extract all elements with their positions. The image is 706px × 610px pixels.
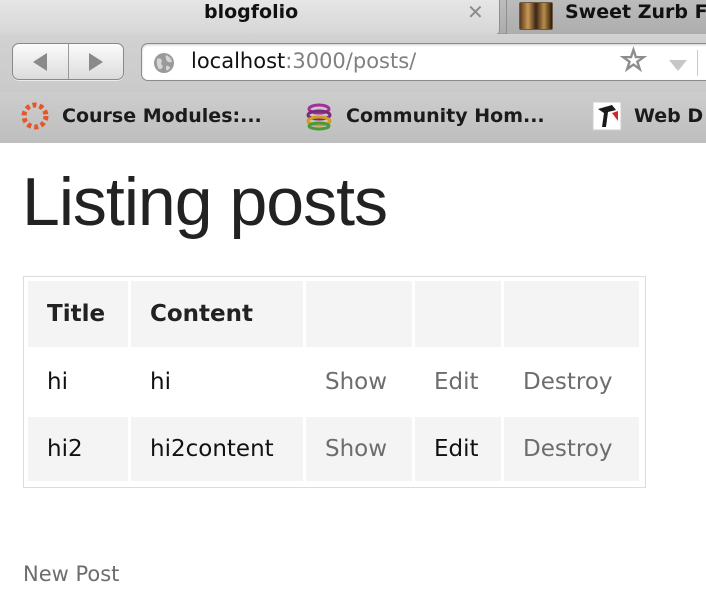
posts-table-container: Title Content hi hi Show Edit Destroy hi… <box>23 276 646 488</box>
bookmark-label: Community Hom... <box>346 105 545 127</box>
show-link[interactable]: Show <box>306 350 412 414</box>
destroy-link[interactable]: Destroy <box>504 417 639 481</box>
post-content-cell: hi <box>150 369 171 395</box>
posts-table: Title Content hi hi Show Edit Destroy hi… <box>25 278 642 484</box>
browser-chrome: blogfolio ✕ Sweet Zurb F localhost:3000/… <box>0 0 706 143</box>
destroy-link[interactable]: Destroy <box>504 350 639 414</box>
page-title: Listing posts <box>22 164 388 240</box>
post-content-cell: hi2content <box>131 417 303 481</box>
bookmark-label: Course Modules:... <box>62 105 262 127</box>
url-history-dropdown-icon[interactable] <box>669 60 687 71</box>
new-post-link[interactable]: New Post <box>23 562 119 586</box>
bookmark-web-dev[interactable]: Web D <box>592 101 703 131</box>
bookmark-label: Web D <box>634 105 704 127</box>
column-header-empty <box>306 281 412 347</box>
tab-sweet-zurb[interactable]: Sweet Zurb F <box>506 0 706 34</box>
edit-link[interactable]: Edit <box>415 350 501 414</box>
forward-button[interactable] <box>67 44 124 79</box>
page-content: Listing posts Title Content hi hi Show E… <box>0 144 706 610</box>
post-title-cell: hi2 <box>28 417 128 481</box>
column-header-empty <box>415 281 501 347</box>
course-modules-icon <box>21 102 49 130</box>
column-header-empty <box>504 281 639 347</box>
bookmark-star-icon[interactable]: ☆ <box>619 45 647 77</box>
tab-title: blogfolio <box>204 1 299 23</box>
url-divider <box>697 50 698 76</box>
column-header-title: Title <box>28 281 128 347</box>
address-bar[interactable]: localhost:3000/posts/ ☆ M <box>141 43 706 81</box>
favicon-icon <box>519 2 553 30</box>
url-path: :3000/posts/ <box>285 49 417 73</box>
globe-icon <box>154 53 174 73</box>
back-button[interactable] <box>13 44 68 79</box>
tab-strip: blogfolio ✕ Sweet Zurb F <box>0 0 706 34</box>
web-dev-icon <box>592 101 622 131</box>
show-link[interactable]: Show <box>306 417 412 481</box>
close-icon[interactable]: ✕ <box>467 0 484 24</box>
back-arrow-icon <box>33 52 48 71</box>
navigation-bar: localhost:3000/posts/ ☆ M <box>0 34 706 92</box>
edit-link[interactable]: Edit <box>415 417 501 481</box>
tab-title: Sweet Zurb F <box>565 1 706 23</box>
back-forward-group <box>12 43 124 80</box>
url-host: localhost <box>191 49 286 73</box>
bookmarks-bar: Course Modules:... Community Hom... Web … <box>0 92 706 143</box>
table-row: hi2 hi2content Show Edit Destroy <box>28 417 639 481</box>
table-row: hi hi Show Edit Destroy <box>28 350 639 414</box>
bookmark-community-home[interactable]: Community Hom... <box>304 101 545 131</box>
tab-blogfolio[interactable]: blogfolio ✕ <box>0 0 500 34</box>
table-header-row: Title Content <box>28 281 639 347</box>
community-icon <box>306 103 332 131</box>
post-title-cell: hi <box>47 369 68 395</box>
bookmark-course-modules[interactable]: Course Modules:... <box>20 101 262 131</box>
forward-arrow-icon <box>88 52 103 71</box>
url-text[interactable]: localhost:3000/posts/ <box>191 49 416 73</box>
column-header-content: Content <box>131 281 303 347</box>
